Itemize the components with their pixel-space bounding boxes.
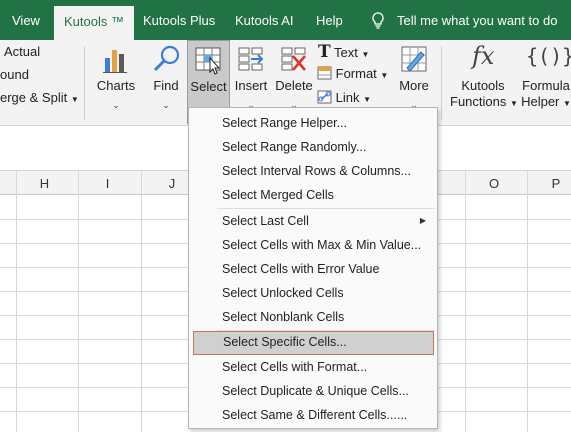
select-dropdown-menu: Select Range Helper... Select Range Rand… (188, 107, 438, 429)
menu-item-select-specific-cells[interactable]: Select Specific Cells... (193, 331, 434, 355)
ribbon-item-round-label: ound (0, 67, 29, 82)
menu-bar: View Kutools ™ Kutools Plus Kutools AI H… (0, 0, 571, 40)
ribbon-item-actual[interactable]: Actual (4, 44, 40, 59)
ribbon-item-merge-split[interactable]: erge & Split ▼ (0, 90, 79, 105)
formula-helper-label-2: Helper ▼ (518, 94, 571, 109)
column-header-i[interactable]: I (80, 171, 135, 195)
menu-item-select-merged-cells[interactable]: Select Merged Cells (190, 183, 436, 207)
charts-label: Charts (96, 78, 136, 93)
chevron-down-icon: ⌄ (112, 100, 120, 110)
kutools-functions-label-2-text: Functions (450, 94, 507, 109)
grid-column-line (527, 171, 528, 432)
menu-item-select-last-cell[interactable]: Select Last Cell ▶ (190, 209, 436, 233)
format-button[interactable]: Format ▼ (317, 66, 388, 81)
text-button[interactable]: T Text ▼ (318, 42, 369, 62)
tab-kutools-ai[interactable]: Kutools AI (235, 0, 294, 40)
formula-helper-label-2-text: Helper (521, 94, 560, 109)
chevron-down-icon: ▼ (510, 99, 518, 108)
tab-view[interactable]: View (12, 0, 40, 40)
tab-kutools[interactable]: Kutools ™ (54, 6, 134, 40)
menu-item-select-nonblank-cells[interactable]: Select Nonblank Cells (190, 305, 436, 329)
fx-icon: fx (472, 42, 495, 70)
menu-item-select-unlocked-cells[interactable]: Select Unlocked Cells (190, 281, 436, 305)
grid-column-line (16, 171, 17, 432)
more-icon (401, 46, 427, 72)
link-label: Link (335, 90, 360, 105)
column-header-p[interactable]: P (530, 171, 571, 195)
menu-item-select-cells-max-min[interactable]: Select Cells with Max & Min Value... (190, 233, 436, 257)
find-magnifier-icon (153, 45, 180, 72)
lightbulb-icon[interactable] (371, 12, 385, 29)
format-icon (317, 66, 332, 80)
select-icon (195, 47, 221, 75)
format-label: Format (335, 66, 377, 81)
ribbon-item-merge-split-label: erge & Split (0, 90, 68, 105)
grid-column-line (465, 171, 466, 432)
tell-me-search[interactable]: Tell me what you want to do (397, 0, 557, 40)
chevron-down-icon: ⌄ (162, 100, 170, 110)
delete-icon (281, 47, 306, 71)
menu-item-select-duplicate-unique[interactable]: Select Duplicate & Unique Cells... (190, 379, 436, 403)
chevron-down-icon: ▼ (70, 95, 79, 104)
ribbon-separator (84, 46, 85, 120)
chevron-down-icon: ▼ (363, 95, 372, 104)
menu-item-select-range-helper[interactable]: Select Range Helper... (190, 111, 436, 135)
tab-kutools-plus[interactable]: Kutools Plus (143, 0, 215, 40)
ribbon-item-round[interactable]: ound (0, 67, 29, 82)
tab-help[interactable]: Help (316, 0, 343, 40)
kutools-functions-label-2: Functions ▼ (450, 94, 518, 109)
column-header-j[interactable]: J (152, 171, 192, 195)
find-button[interactable]: Find ⌄ (146, 40, 186, 124)
link-icon (317, 90, 332, 104)
more-label: More (399, 78, 429, 93)
charts-icon (103, 50, 127, 73)
kutools-functions-label-1: Kutools (461, 78, 505, 93)
submenu-arrow-icon: ▶ (419, 216, 426, 225)
menu-item-select-cells-with-format[interactable]: Select Cells with Format... (190, 355, 436, 379)
chevron-down-icon: ▼ (361, 50, 370, 59)
ribbon-separator (441, 46, 442, 120)
formula-helper-label-1: Formula (522, 78, 570, 93)
menu-item-select-last-cell-label: Select Last Cell (222, 214, 309, 228)
menu-item-select-cells-error-value[interactable]: Select Cells with Error Value (190, 257, 436, 281)
text-icon: T (318, 42, 331, 62)
kutools-functions-button[interactable]: fx Kutools Functions ▼ (450, 40, 518, 124)
formula-braces-icon: {()} (526, 44, 571, 68)
find-label: Find (153, 78, 179, 93)
insert-icon (238, 47, 264, 71)
menu-item-select-range-randomly[interactable]: Select Range Randomly... (190, 135, 436, 159)
formula-helper-button[interactable]: {()} Formula Helper ▼ (518, 40, 571, 124)
column-header-o[interactable]: O (466, 171, 522, 195)
column-header-h[interactable]: H (18, 171, 71, 195)
insert-label: Insert (234, 78, 268, 93)
menu-item-select-same-different[interactable]: Select Same & Different Cells...... (190, 403, 436, 427)
link-button[interactable]: Link ▼ (317, 90, 371, 105)
chevron-down-icon: ▼ (380, 71, 389, 80)
chevron-down-icon: ▼ (563, 99, 571, 108)
ribbon-item-actual-label: Actual (4, 44, 41, 59)
charts-button[interactable]: Charts ⌄ (94, 40, 138, 124)
text-label: Text (334, 45, 358, 60)
grid-column-line (141, 171, 142, 432)
grid-column-line (78, 171, 79, 432)
delete-label: Delete (275, 78, 313, 93)
select-label: Select (190, 79, 227, 94)
menu-item-select-interval-rows-columns[interactable]: Select Interval Rows & Columns... (190, 159, 436, 183)
